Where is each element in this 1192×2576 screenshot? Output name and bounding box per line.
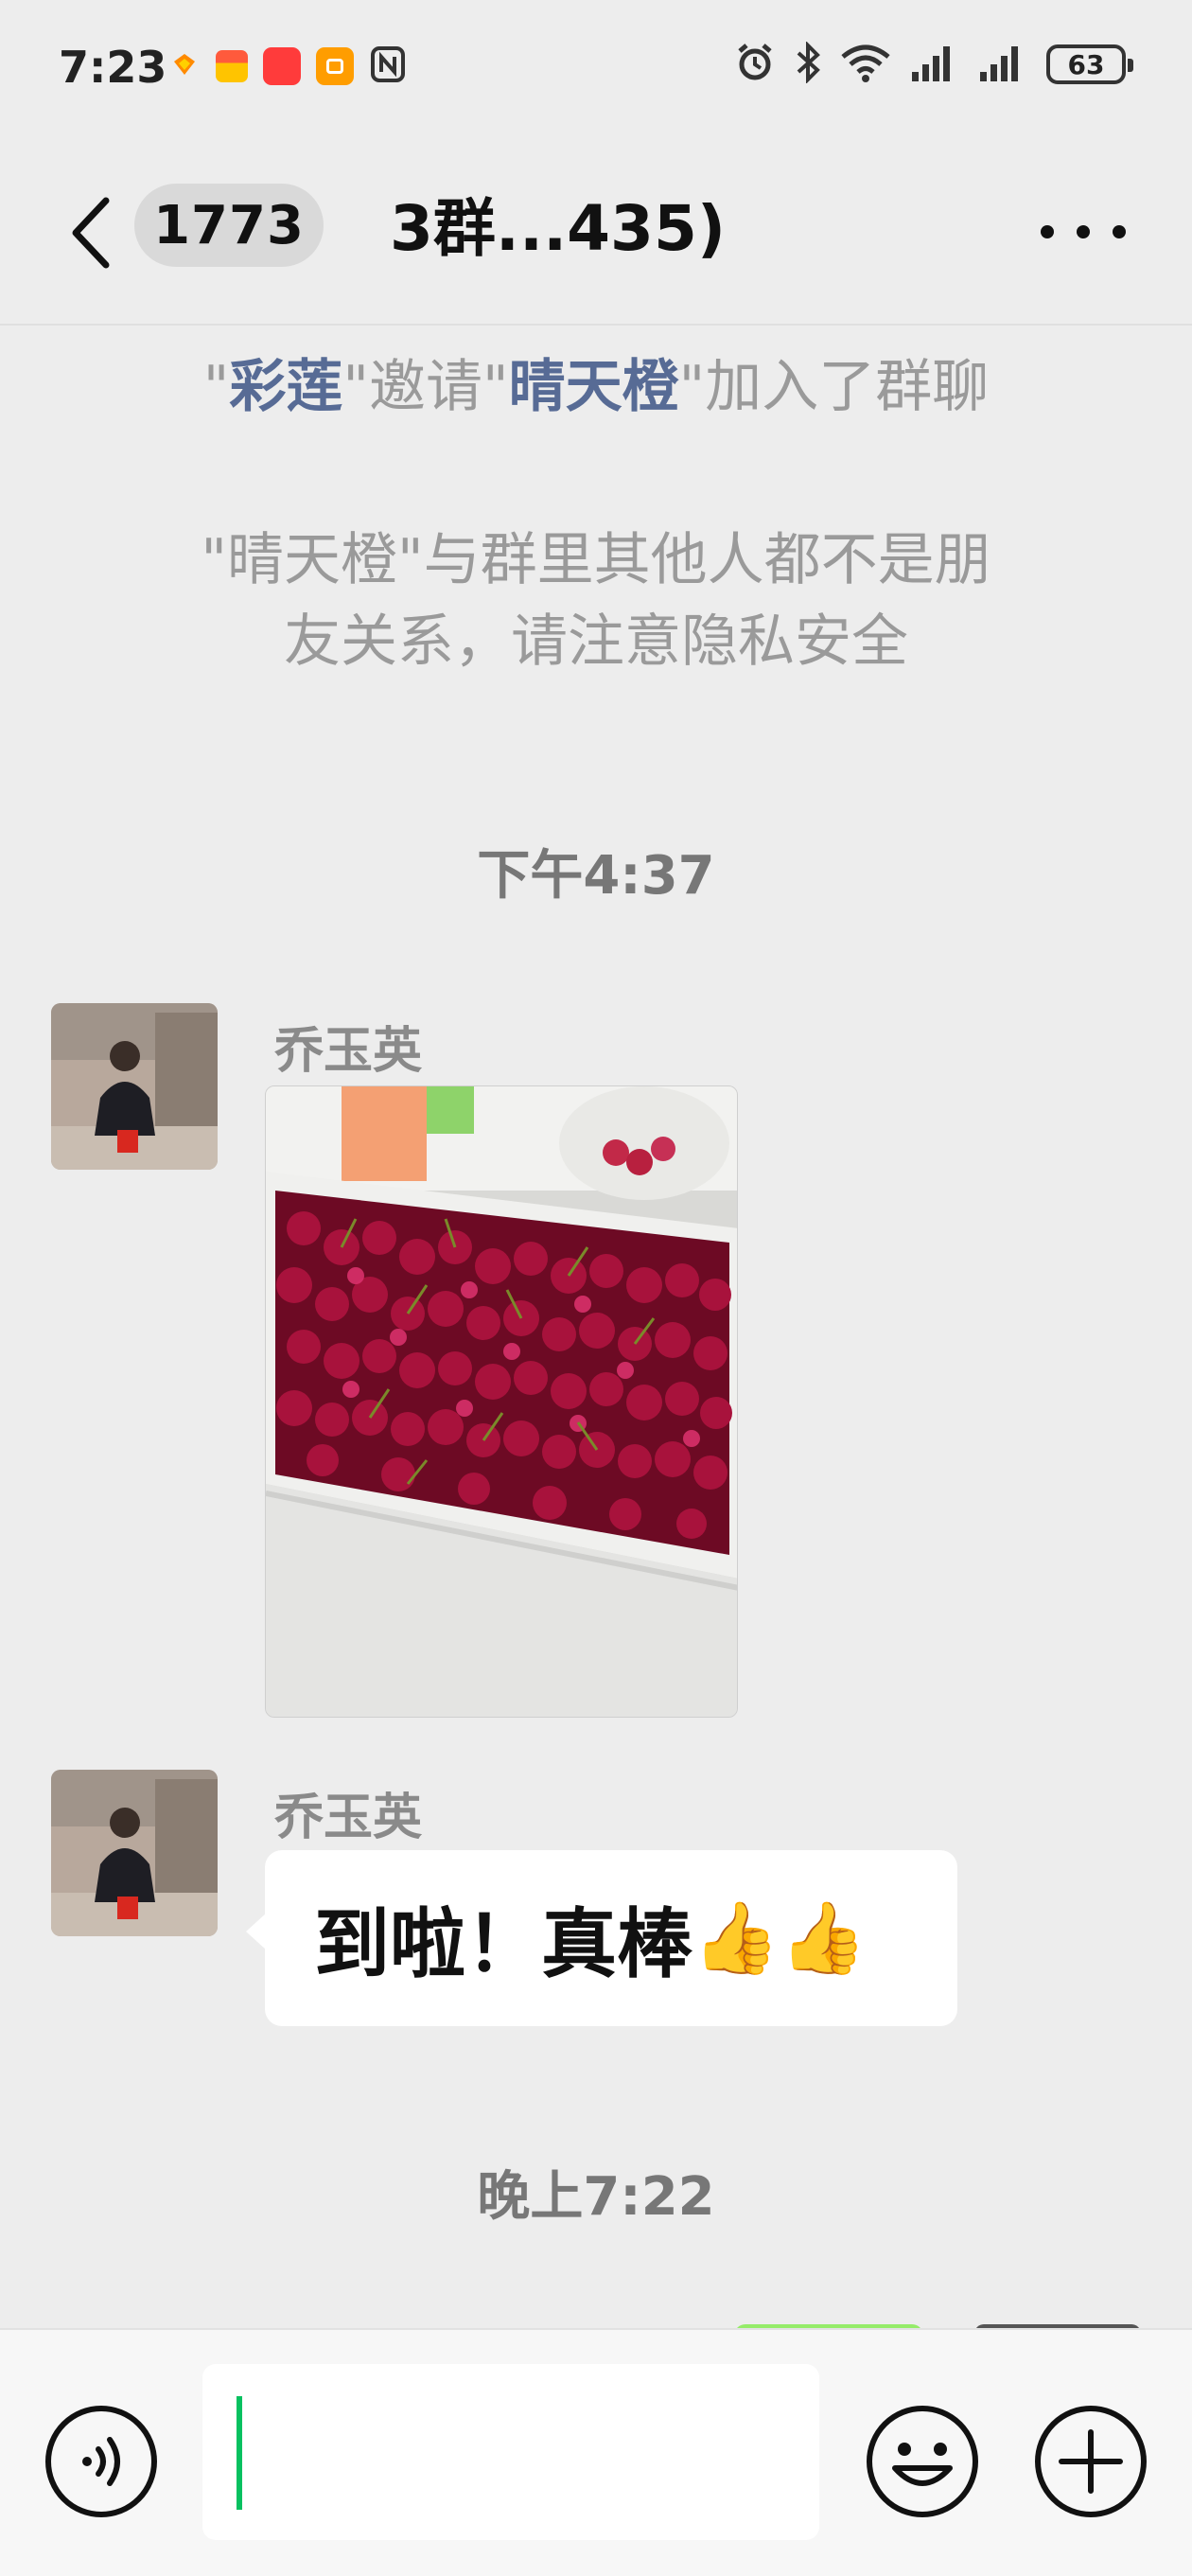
cherries-photo [266,1086,737,1717]
privacy-line-2: 友关系，请注意隐私安全 [284,609,908,675]
avatar[interactable] [51,1770,218,1936]
voice-input-button[interactable] [44,2404,159,2519]
status-bar: 7:23 63 [0,0,1192,142]
thumbs-up-emoji: 👍👍 [692,1897,868,1979]
system-message-invite: "彩莲"邀请"晴天橙"加入了群聊 [95,346,1097,428]
input-bar [0,2328,1192,2576]
avatar-photo [51,1770,218,1936]
nfc-icon [369,45,407,87]
more-functions-button[interactable] [1033,2404,1148,2519]
text-caret [237,2396,242,2510]
inviter-link[interactable]: 彩莲 [229,354,342,420]
more-dot [1113,225,1126,238]
back-button[interactable] [57,184,123,278]
invitee-link[interactable]: 晴天橙 [509,354,679,420]
message-timestamp: 晚上7:22 [477,2166,715,2228]
toggle-app-icon [316,47,354,85]
memo-icon [216,50,248,82]
more-dot [1077,225,1090,238]
smiley-icon [867,2406,978,2517]
status-time: 7:23 [59,42,167,93]
text-message-bubble[interactable]: 到啦！真棒 👍👍 [246,1850,957,2026]
bluetooth-icon [795,41,821,87]
sender-name[interactable]: 乔玉英 [274,1011,422,1082]
wifi-icon [840,42,891,87]
unread-count-badge[interactable]: 1773 [134,184,324,267]
chat-title: 3群...435) [390,192,727,265]
signal-icon [910,44,959,85]
message-text: 到啦！真棒 [314,1900,692,1988]
signal-icon-2 [978,44,1027,85]
image-message[interactable] [265,1085,738,1718]
more-options-button[interactable] [1041,218,1126,246]
system-status: 63 [734,41,1133,87]
notification-icons [168,45,407,87]
battery-icon: 63 [1046,44,1133,84]
chevron-left-icon [72,197,110,269]
privacy-line-1: "晴天橙"与群里其他人都不是朋 [201,527,991,593]
shopping-icon [263,47,301,85]
quote: " [202,354,230,420]
system-message-privacy: "晴天橙"与群里其他人都不是朋 友关系，请注意隐私安全 [95,520,1097,682]
alarm-icon [734,42,776,87]
plus-icon [1035,2406,1147,2517]
chat-header: 1773 3群...435) [0,142,1192,326]
avatar[interactable] [51,1003,218,1170]
voice-icon [45,2406,157,2517]
avatar-photo [51,1003,218,1170]
taobao-icon [168,48,201,84]
emoji-button[interactable] [865,2404,980,2519]
invite-text: "邀请" [342,354,509,420]
message-timestamp: 下午4:37 [477,845,715,907]
joined-text: "加入了群聊 [678,354,990,420]
more-dot [1041,225,1054,238]
message-input[interactable] [202,2364,819,2540]
sender-name[interactable]: 乔玉英 [274,1777,422,1848]
